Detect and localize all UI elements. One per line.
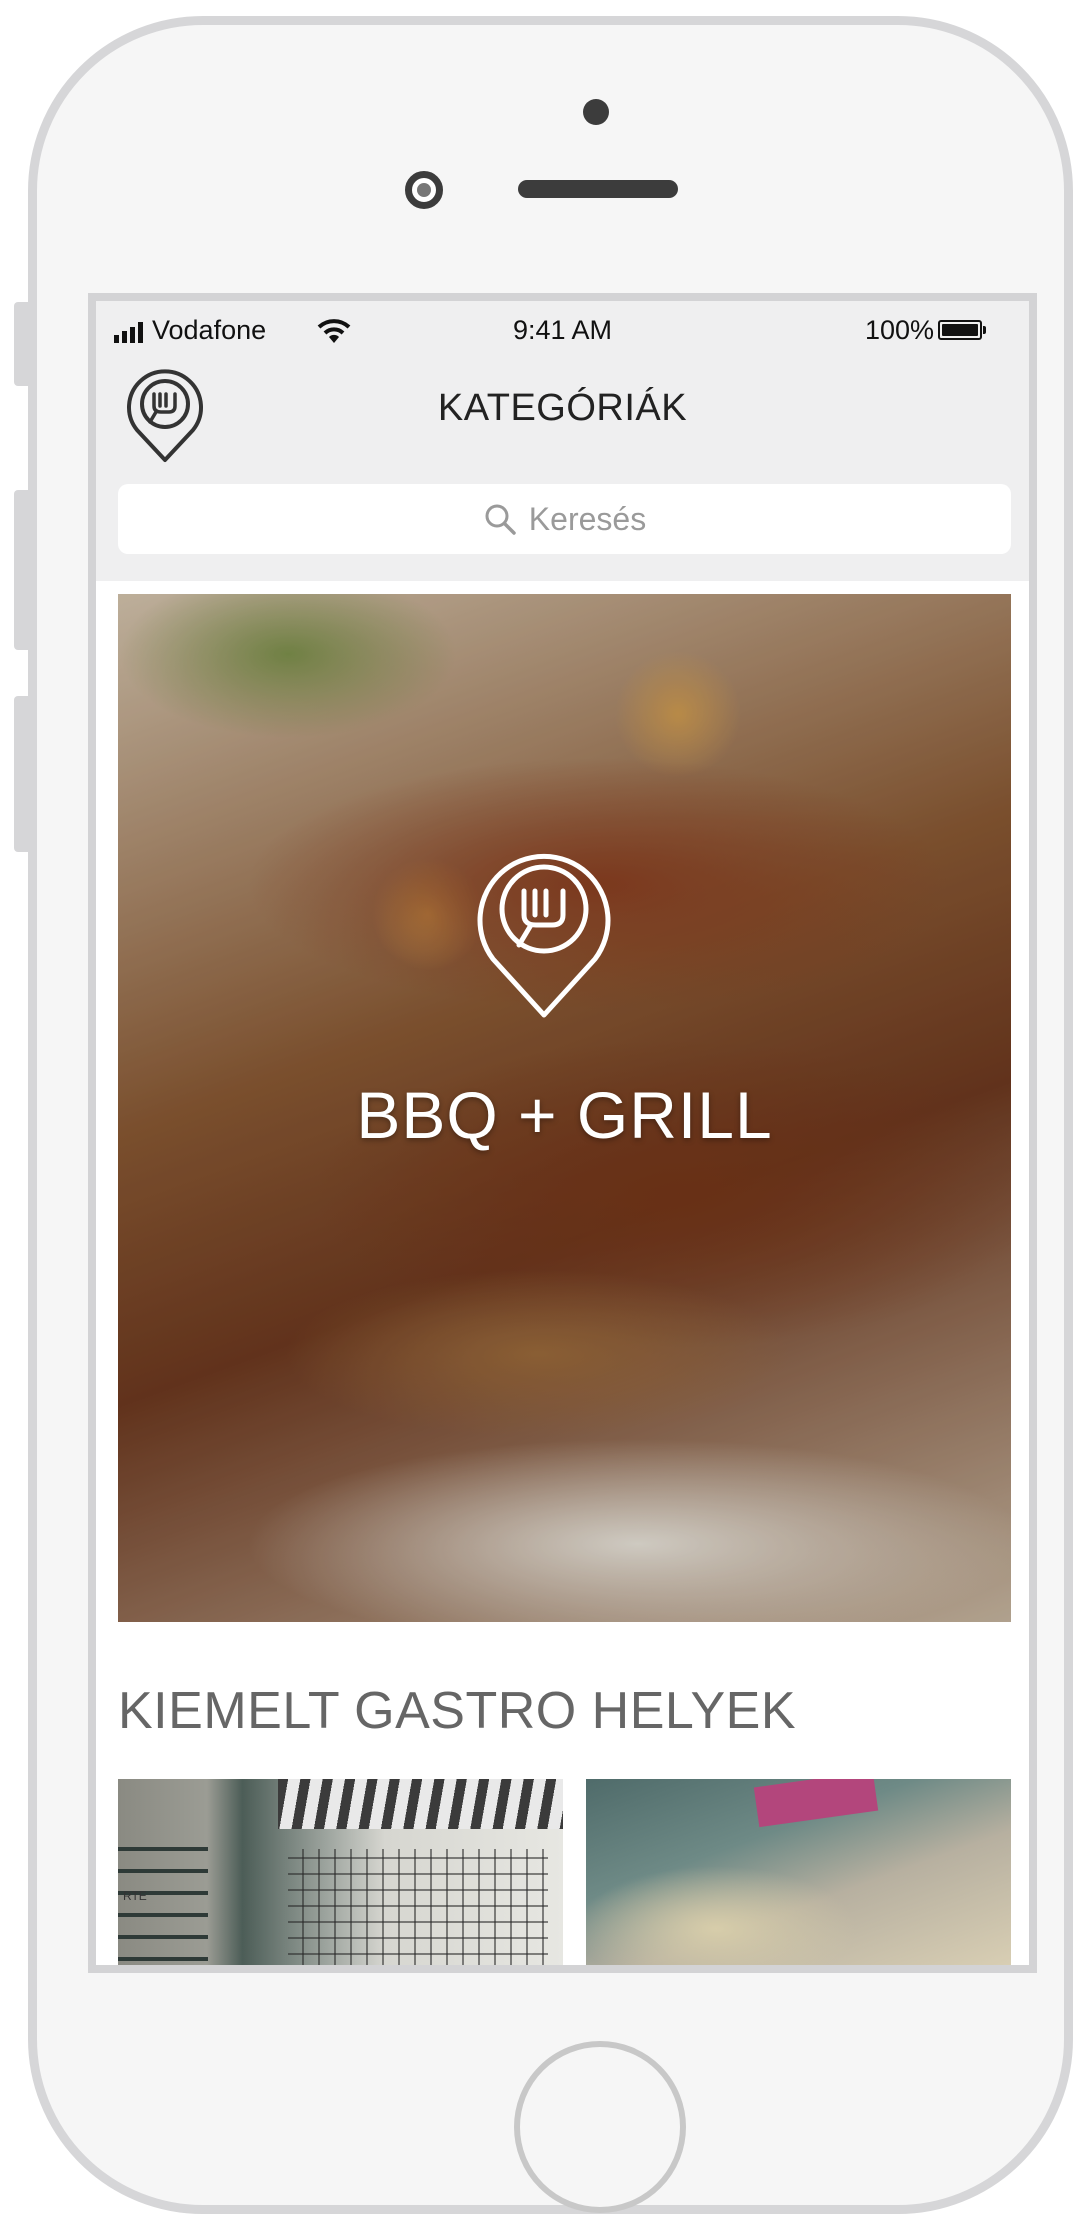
front-camera-icon	[405, 171, 443, 209]
category-card-bbq-grill[interactable]: BBQ + GRILL	[118, 594, 1011, 1622]
status-bar: Vodafone 9:41 AM 100%	[96, 315, 1029, 351]
search-input[interactable]: Keresés	[118, 484, 1011, 554]
awning-image	[278, 1779, 563, 1829]
featured-place-card[interactable]: RTE	[118, 1779, 563, 1965]
app-screen: Vodafone 9:41 AM 100% KATEGÓRIÁK Keresés…	[88, 293, 1037, 1973]
home-button[interactable]	[514, 2041, 686, 2213]
category-title: BBQ + GRILL	[356, 1078, 773, 1152]
category-pin-icon	[477, 853, 611, 1018]
proximity-sensor	[583, 99, 609, 125]
battery-icon	[938, 320, 986, 340]
featured-section-title: KIEMELT GASTRO HELYEK	[118, 1682, 797, 1740]
search-icon	[485, 504, 516, 535]
battery-percent: 100%	[865, 315, 935, 345]
search-placeholder: Keresés	[528, 500, 647, 537]
page-title: KATEGÓRIÁK	[437, 387, 688, 429]
window-image	[288, 1849, 548, 1965]
sign-text: RTE	[123, 1889, 147, 1903]
featured-place-card[interactable]	[586, 1779, 1011, 1965]
earpiece-speaker	[518, 180, 678, 198]
table-book-image	[753, 1779, 879, 1828]
top-bar: Vodafone 9:41 AM 100% KATEGÓRIÁK Keresés	[96, 301, 1029, 581]
